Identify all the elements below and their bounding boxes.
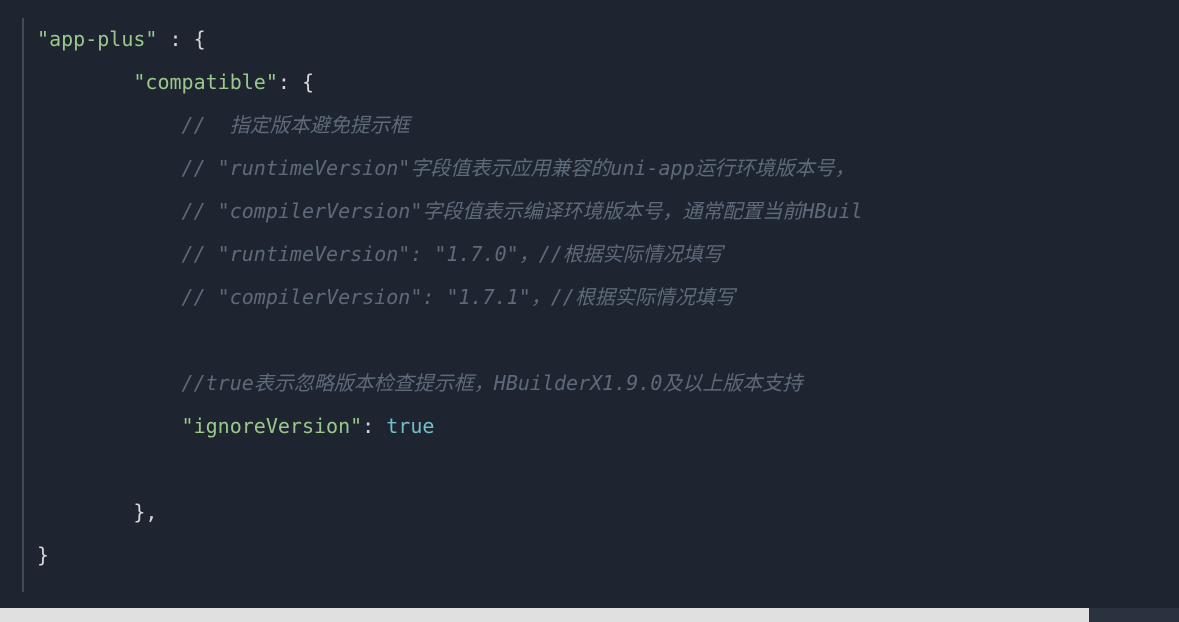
code-line-13: } [25, 534, 1179, 577]
code-line-1: "app-plus" : { [25, 18, 1179, 61]
comment: // "runtimeVersion": "1.7.0"，//根据实际情况填写 [182, 242, 723, 266]
code-line-6: // "runtimeVersion": "1.7.0"，//根据实际情况填写 [25, 233, 1179, 276]
code-line-2: "compatible": { [25, 61, 1179, 104]
comment: // "compilerVersion"字段值表示编译环境版本号，通常配置当前H… [182, 199, 863, 223]
horizontal-scrollbar[interactable] [0, 608, 1179, 622]
code-line-8 [25, 319, 1179, 362]
code-line-7: // "compilerVersion": "1.7.1"，//根据实际情况填写 [25, 276, 1179, 319]
comment: // "runtimeVersion"字段值表示应用兼容的uni-app运行环境… [182, 156, 855, 180]
comment: // 指定版本避免提示框 [182, 113, 410, 137]
code-line-5: // "compilerVersion"字段值表示编译环境版本号，通常配置当前H… [25, 190, 1179, 233]
comment: //true表示忽略版本检查提示框，HBuilderX1.9.0及以上版本支持 [182, 371, 803, 395]
code-line-11 [25, 448, 1179, 491]
code-line-3: // 指定版本避免提示框 [25, 104, 1179, 147]
indent-guide-line [22, 18, 24, 592]
code-line-12: }, [25, 491, 1179, 534]
comment: // "compilerVersion": "1.7.1"，//根据实际情况填写 [182, 285, 735, 309]
json-key: "ignoreVersion" [182, 414, 363, 438]
json-key: "compatible" [133, 70, 278, 94]
json-boolean: true [386, 414, 434, 438]
json-key: "app-plus" [37, 27, 157, 51]
code-line-10: "ignoreVersion": true [25, 405, 1179, 448]
code-line-4: // "runtimeVersion"字段值表示应用兼容的uni-app运行环境… [25, 147, 1179, 190]
scrollbar-thumb[interactable] [0, 608, 1089, 622]
code-editor[interactable]: "app-plus" : { "compatible": { // 指定版本避免… [0, 0, 1179, 622]
code-line-9: //true表示忽略版本检查提示框，HBuilderX1.9.0及以上版本支持 [25, 362, 1179, 405]
